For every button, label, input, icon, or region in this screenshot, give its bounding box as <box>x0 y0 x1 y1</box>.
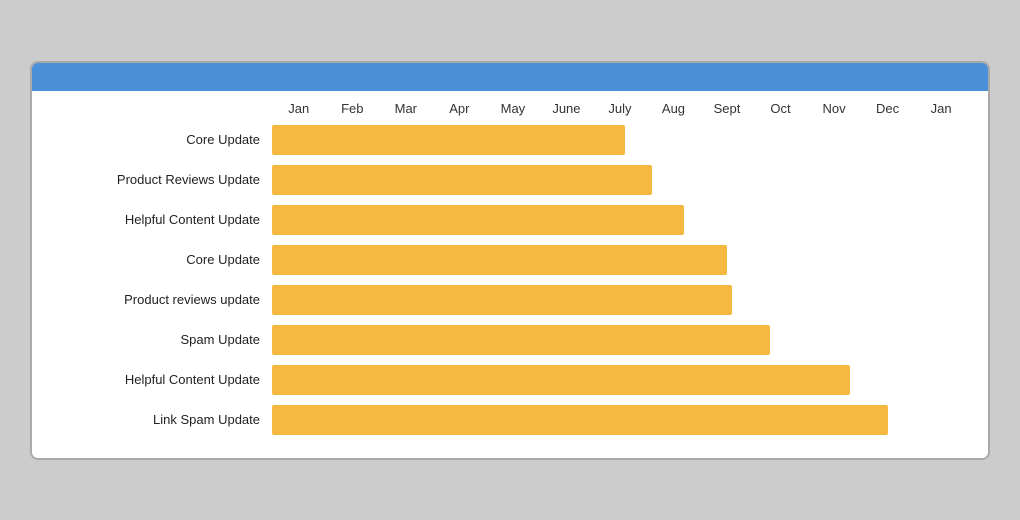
month-label: Sept <box>700 101 754 116</box>
bar-fill <box>272 405 888 435</box>
bar-row: Link Spam Update <box>52 402 968 438</box>
month-label: Mar <box>379 101 433 116</box>
month-label: Jan <box>272 101 326 116</box>
bar-label: Spam Update <box>52 332 272 347</box>
bar-track <box>272 165 968 195</box>
bar-label: Helpful Content Update <box>52 372 272 387</box>
month-label: June <box>540 101 594 116</box>
chart-title <box>32 63 988 91</box>
month-label: Dec <box>861 101 915 116</box>
bar-fill <box>272 365 850 395</box>
month-label: Oct <box>754 101 808 116</box>
bar-track <box>272 365 968 395</box>
month-label: Aug <box>647 101 701 116</box>
bar-fill <box>272 325 770 355</box>
bar-track <box>272 245 968 275</box>
chart-body: JanFebMarAprMayJuneJulyAugSeptOctNovDecJ… <box>32 91 988 458</box>
bar-label: Product Reviews Update <box>52 172 272 187</box>
bar-row: Core Update <box>52 122 968 158</box>
bar-fill <box>272 285 732 315</box>
bar-track <box>272 285 968 315</box>
bar-row: Product reviews update <box>52 282 968 318</box>
month-label: Apr <box>433 101 487 116</box>
month-axis: JanFebMarAprMayJuneJulyAugSeptOctNovDecJ… <box>272 101 968 116</box>
bar-track <box>272 205 968 235</box>
bar-fill <box>272 245 727 275</box>
bar-row: Core Update <box>52 242 968 278</box>
month-label: Feb <box>326 101 380 116</box>
chart-container: JanFebMarAprMayJuneJulyAugSeptOctNovDecJ… <box>30 61 990 460</box>
bar-track <box>272 125 968 155</box>
bar-row: Helpful Content Update <box>52 362 968 398</box>
bar-row: Helpful Content Update <box>52 202 968 238</box>
month-label: July <box>593 101 647 116</box>
month-label: Jan <box>914 101 968 116</box>
bar-row: Product Reviews Update <box>52 162 968 198</box>
month-label: Nov <box>807 101 861 116</box>
bar-rows: Core Update Product Reviews Update Helpful… <box>52 122 968 438</box>
bar-label: Link Spam Update <box>52 412 272 427</box>
bar-label: Product reviews update <box>52 292 272 307</box>
month-label: May <box>486 101 540 116</box>
bar-label: Helpful Content Update <box>52 212 272 227</box>
bar-fill <box>272 165 652 195</box>
bar-fill <box>272 205 684 235</box>
bar-label: Core Update <box>52 132 272 147</box>
bar-row: Spam Update <box>52 322 968 358</box>
bar-fill <box>272 125 625 155</box>
bar-track <box>272 325 968 355</box>
bar-label: Core Update <box>52 252 272 267</box>
bar-track <box>272 405 968 435</box>
